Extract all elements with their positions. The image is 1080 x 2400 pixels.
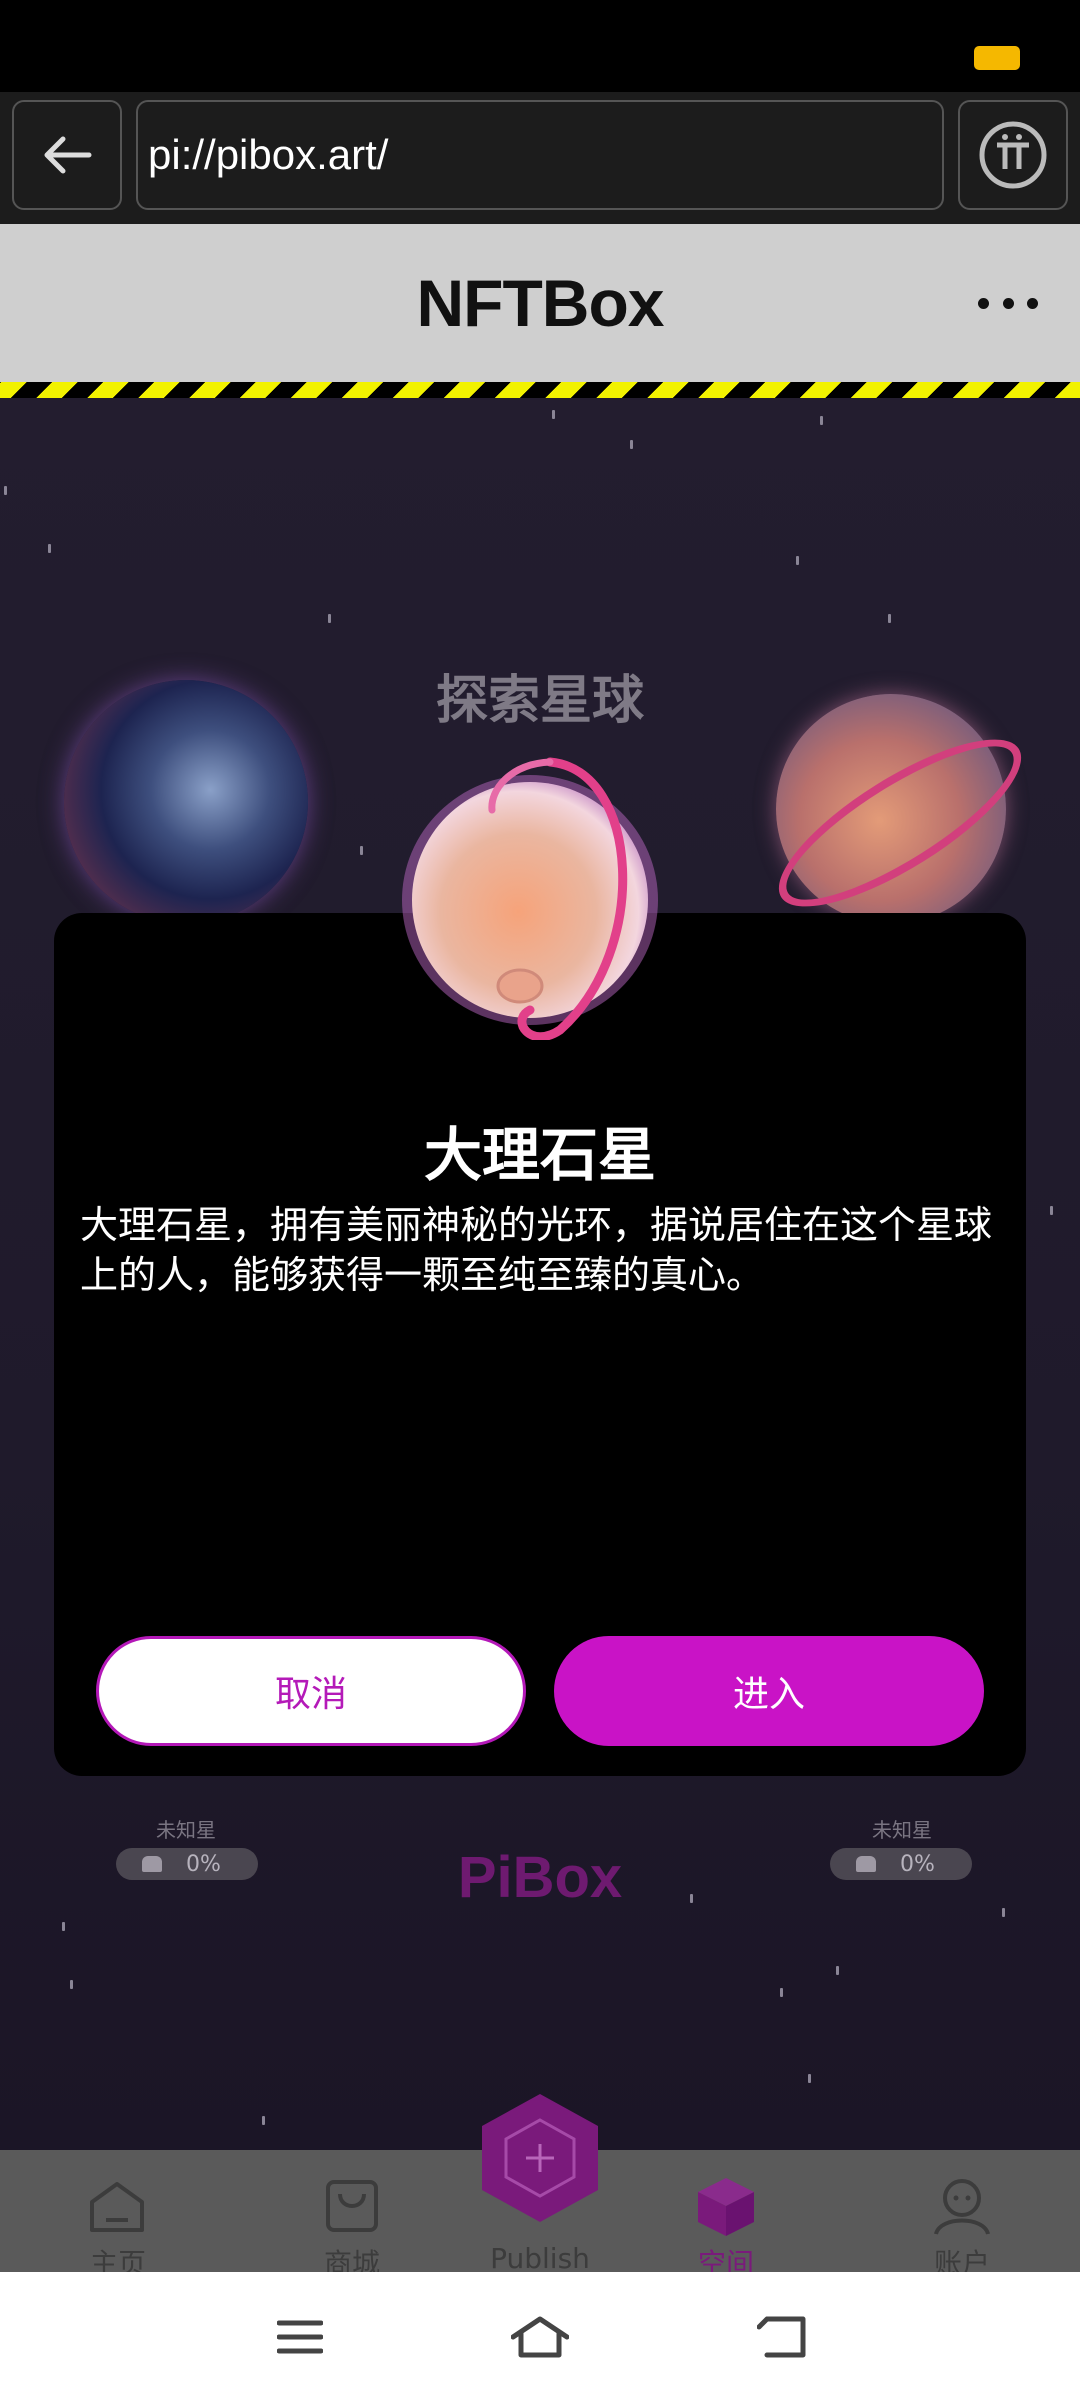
star-decoration (4, 486, 7, 495)
pi-network-button[interactable] (958, 100, 1068, 210)
star-decoration (262, 2116, 265, 2125)
marble-planet-image (402, 757, 658, 1040)
shopping-bag-icon (326, 2180, 378, 2232)
star-decoration (630, 440, 633, 449)
pibox-logo: PiBox (457, 1845, 623, 1910)
menu-button[interactable] (270, 2312, 330, 2362)
arrow-left-icon (44, 136, 92, 174)
star-decoration (820, 416, 823, 425)
back-button[interactable] (12, 100, 122, 210)
home-outline-icon (511, 2316, 569, 2358)
star-decoration (796, 556, 799, 565)
hazard-stripe-divider (0, 382, 1080, 398)
pi-logo-icon (979, 121, 1047, 189)
star-decoration (808, 2074, 811, 2083)
tab-account[interactable]: 账户 (882, 2150, 1042, 2280)
star-decoration (328, 614, 331, 623)
url-field[interactable]: pi://pibox.art/ (136, 100, 944, 210)
tab-home[interactable]: 主页 (38, 2150, 198, 2280)
cancel-button[interactable]: 取消 (96, 1636, 526, 1746)
star-decoration (360, 846, 363, 855)
system-navigation-bar (0, 2272, 1080, 2400)
page-title: NFTBox (416, 266, 665, 340)
home-icon (90, 2182, 144, 2232)
planet-left-label: 未知星 (156, 1818, 216, 1842)
publish-fab-button[interactable] (474, 2092, 606, 2224)
menu-icon (277, 2320, 323, 2354)
star-decoration (780, 1988, 783, 1997)
cube-icon (698, 2178, 754, 2236)
more-menu-button[interactable] (978, 288, 1038, 318)
star-decoration (552, 410, 555, 419)
back-nav-button[interactable] (752, 2312, 812, 2362)
planet-right-label: 未知星 (872, 1818, 932, 1842)
more-dot-icon (1027, 297, 1038, 309)
star-decoration (836, 1966, 839, 1975)
star-decoration (48, 544, 51, 553)
status-bar (0, 0, 1080, 92)
back-icon (757, 2316, 806, 2358)
star-decoration (70, 1980, 73, 1989)
star-decoration (62, 1922, 65, 1931)
tab-label: Publish (490, 2242, 590, 2275)
dialog-description: 大理石星，拥有美丽神秘的光环，据说居住在这个星球上的人，能够获得一颗至纯至臻的真… (80, 1203, 993, 1297)
enter-button[interactable]: 进入 (554, 1636, 984, 1746)
tab-space[interactable]: 空间 (646, 2150, 806, 2280)
tab-shop[interactable]: 商城 (272, 2150, 432, 2280)
battery-icon (974, 46, 1020, 70)
app-header: NFTBox (0, 224, 1080, 382)
more-dot-icon (1002, 297, 1014, 309)
home-button[interactable] (510, 2312, 570, 2362)
star-decoration (1050, 1206, 1053, 1215)
dialog-title: 大理石星 (423, 1121, 656, 1189)
browser-toolbar: pi://pibox.art/ (0, 92, 1080, 224)
planet-left[interactable] (64, 680, 308, 924)
user-icon (934, 2179, 990, 2235)
star-decoration (888, 614, 891, 623)
more-dot-icon (978, 297, 989, 309)
